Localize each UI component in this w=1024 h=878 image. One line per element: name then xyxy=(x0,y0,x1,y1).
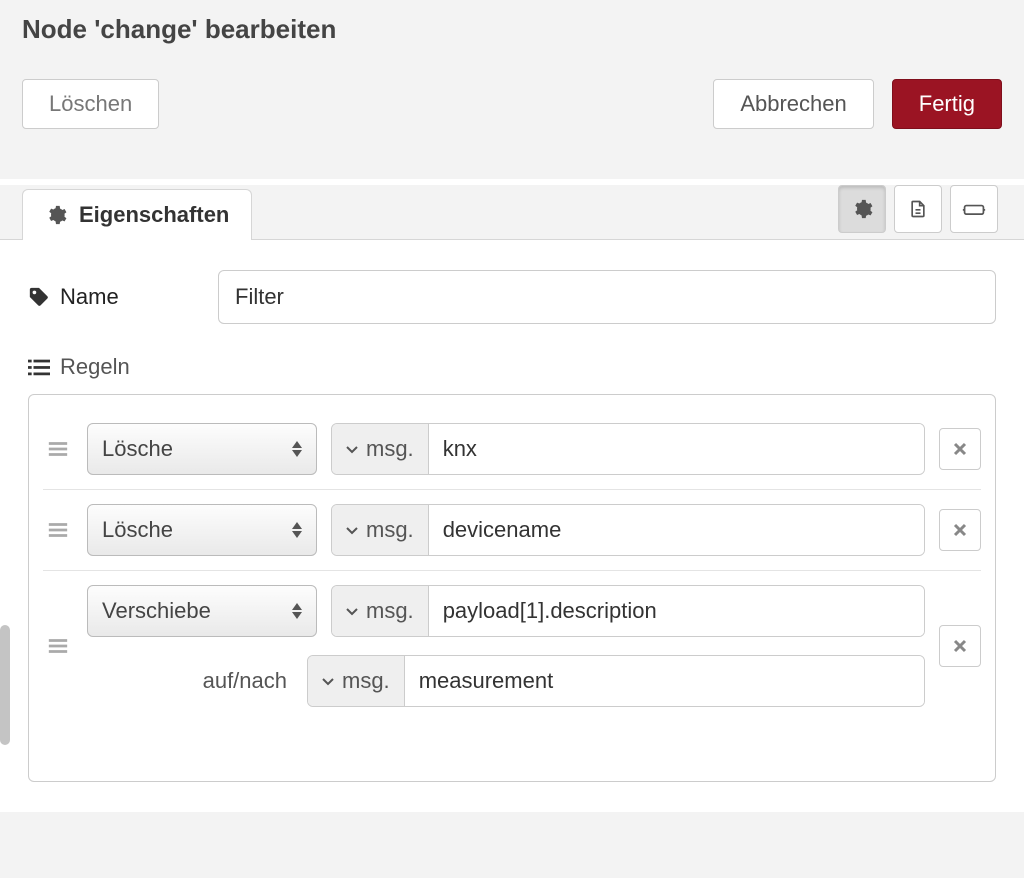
rule-action-select[interactable]: Verschiebe xyxy=(87,585,317,637)
tab-properties-label: Eigenschaften xyxy=(79,202,229,228)
rule-property-input[interactable]: msg. xyxy=(331,423,925,475)
name-label: Name xyxy=(60,284,119,310)
rule-to-value[interactable] xyxy=(405,656,924,706)
done-button[interactable]: Fertig xyxy=(892,79,1002,129)
rule-row: Verschiebe msg. xyxy=(43,571,981,721)
select-caret-icon xyxy=(292,441,302,457)
rules-label: Regeln xyxy=(60,354,130,380)
drag-handle-icon[interactable] xyxy=(43,637,73,655)
rule-action-label: Lösche xyxy=(102,436,173,462)
scrollbar-indicator xyxy=(0,625,10,745)
rule-property-value[interactable] xyxy=(429,424,924,474)
rule-type-label: msg. xyxy=(366,598,414,624)
rule-type-label: msg. xyxy=(366,436,414,462)
button-row: Löschen Abbrechen Fertig xyxy=(22,79,1002,129)
remove-rule-button[interactable] xyxy=(939,428,981,470)
rule-property-value[interactable] xyxy=(429,586,924,636)
select-caret-icon xyxy=(292,522,302,538)
name-row: Name xyxy=(28,270,996,324)
rules-list: Lösche msg. Lö xyxy=(28,394,996,782)
tag-icon xyxy=(28,286,50,308)
editor-title: Node 'change' bearbeiten xyxy=(22,14,1002,45)
remove-rule-button[interactable] xyxy=(939,509,981,551)
rule-type-label: msg. xyxy=(366,517,414,543)
node-settings-button[interactable] xyxy=(838,185,886,233)
editor-header: Node 'change' bearbeiten Löschen Abbrech… xyxy=(0,0,1024,185)
rule-action-label: Lösche xyxy=(102,517,173,543)
tab-properties[interactable]: Eigenschaften xyxy=(22,189,252,240)
rule-row: Lösche msg. xyxy=(43,409,981,490)
drag-handle-icon[interactable] xyxy=(43,440,73,458)
cancel-button[interactable]: Abbrechen xyxy=(713,79,873,129)
remove-rule-button[interactable] xyxy=(939,625,981,667)
rule-action-label: Verschiebe xyxy=(102,598,211,624)
gear-icon xyxy=(45,204,67,226)
node-appearance-button[interactable] xyxy=(950,185,998,233)
rule-action-select[interactable]: Lösche xyxy=(87,423,317,475)
node-description-button[interactable] xyxy=(894,185,942,233)
rule-property-input[interactable]: msg. xyxy=(331,504,925,556)
drag-handle-icon[interactable] xyxy=(43,521,73,539)
rule-to-input[interactable]: msg. xyxy=(307,655,925,707)
delete-button[interactable]: Löschen xyxy=(22,79,159,129)
rule-row: Lösche msg. xyxy=(43,490,981,571)
name-input[interactable] xyxy=(218,270,996,324)
tab-row: Eigenschaften xyxy=(0,185,1024,240)
rule-to-label: auf/nach xyxy=(87,668,293,694)
rule-action-select[interactable]: Lösche xyxy=(87,504,317,556)
rules-heading: Regeln xyxy=(28,354,996,380)
rule-property-input[interactable]: msg. xyxy=(331,585,925,637)
rule-property-value[interactable] xyxy=(429,505,924,555)
select-caret-icon xyxy=(292,603,302,619)
editor-body: Name Regeln Lösche msg xyxy=(0,240,1024,812)
rule-type-label: msg. xyxy=(342,668,390,694)
list-icon xyxy=(28,357,50,377)
